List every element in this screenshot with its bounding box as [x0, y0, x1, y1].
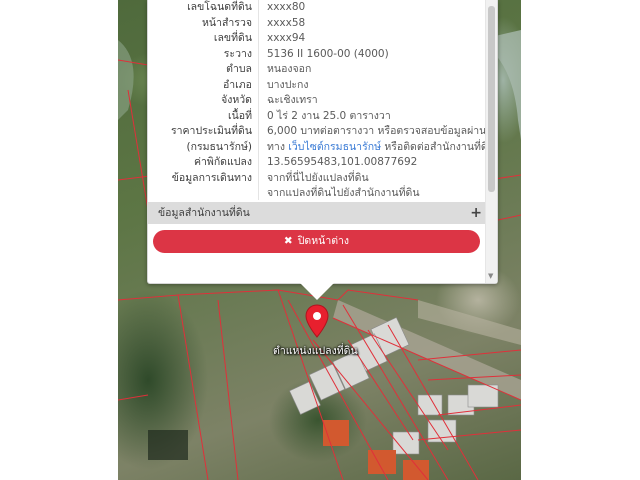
info-value: 5136 II 1600-00 (4000) — [267, 47, 389, 60]
info-row-land-number: เลขที่ดิน xxxx94 — [148, 31, 486, 47]
info-value: ฉะเชิงเทรา — [267, 94, 318, 106]
info-key: เลขที่ดิน — [213, 32, 252, 44]
info-row-directions: ข้อมูลการเดินทาง จากที่นี่ไปยังแปลงที่ดิ… — [148, 171, 486, 187]
info-value: บางปะกง — [267, 78, 309, 91]
section-title: ข้อมูลสำนักงานที่ดิน — [158, 207, 250, 219]
info-value: 6,000 บาทต่อตารางวา หรือตรวจสอบข้อมูลผ่า… — [267, 125, 487, 137]
info-key: จังหวัด — [221, 94, 252, 106]
info-row-district: อำเภอ บางปะกง — [148, 78, 486, 94]
info-row-appraised-price: ราคาประเมินที่ดิน 6,000 บาทต่อตารางวา หร… — [148, 124, 486, 140]
info-value: xxxx58 — [267, 16, 306, 29]
treasury-website-link[interactable]: เว็บไซต์กรมธนารักษ์ — [288, 141, 381, 153]
close-icon: ✖ — [283, 235, 293, 247]
info-key: เลขโฉนดที่ดิน — [187, 1, 252, 13]
info-row-map-sheet: ระวาง 5136 II 1600-00 (4000) — [148, 47, 486, 63]
info-value-suffix: หรือติดต่อสำนักงานที่ดิน — [381, 140, 495, 153]
popup-pointer — [300, 283, 334, 300]
info-value-prefix: ทาง — [267, 140, 289, 153]
parcel-location-label: ตำแหน่งแปลงที่ดิน — [273, 345, 358, 357]
directions-to-office-link[interactable]: จากแปลงที่ดินไปยังสำนักงานที่ดิน — [267, 186, 420, 202]
land-office-section-header[interactable]: ข้อมูลสำนักงานที่ดิน + — [148, 202, 486, 224]
info-row-coordinates: ค่าพิกัดแปลง 13.56595483,101.00877692 — [148, 155, 486, 171]
info-key: อำเภอ — [222, 78, 252, 91]
land-info-popup: เลขโฉนดที่ดิน xxxx80 หน้าสำรวจ xxxx58 เล… — [147, 0, 498, 284]
info-row-area: เนื้อที่ 0 ไร่ 2 งาน 25.0 ตารางวา — [148, 109, 486, 125]
close-button-label: ปิดหน้าต่าง — [297, 235, 350, 247]
directions-to-parcel-link[interactable]: จากที่นี่ไปยังแปลงที่ดิน — [267, 171, 369, 187]
info-key: ระวาง — [223, 47, 252, 60]
scroll-thumb[interactable] — [488, 6, 495, 192]
info-key: ค่าพิกัดแปลง — [193, 156, 252, 168]
info-row-subdistrict: ตำบล หนองจอก — [148, 62, 486, 78]
info-row-province: จังหวัด ฉะเชิงเทรา — [148, 93, 486, 109]
info-value: ทาง เว็บไซต์กรมธนารักษ์ หรือติดต่อสำนักง… — [267, 140, 495, 156]
info-key: ราคาประเมินที่ดิน — [170, 125, 252, 137]
info-value: หนองจอก — [267, 63, 312, 75]
close-window-button[interactable]: ✖ ปิดหน้าต่าง — [153, 230, 480, 253]
land-info-table: เลขโฉนดที่ดิน xxxx80 หน้าสำรวจ xxxx58 เล… — [148, 0, 495, 202]
info-key: หน้าสำรวจ — [202, 16, 252, 29]
info-row-survey-page: หน้าสำรวจ xxxx58 — [148, 16, 486, 32]
info-value: xxxx94 — [267, 32, 306, 44]
info-value: 0 ไร่ 2 งาน 25.0 ตารางวา — [267, 109, 391, 122]
info-row-directions-office: จากแปลงที่ดินไปยังสำนักงานที่ดิน — [148, 186, 486, 202]
scroll-down-arrow-icon[interactable]: ▼ — [488, 272, 493, 280]
info-key: ข้อมูลการเดินทาง — [171, 171, 252, 184]
info-row-treasury-dept: (กรมธนารักษ์) ทาง เว็บไซต์กรมธนารักษ์ หร… — [148, 140, 494, 156]
info-key: ตำบล — [226, 63, 252, 75]
plus-icon[interactable]: + — [470, 202, 482, 224]
info-row-title-deed: เลขโฉนดที่ดิน xxxx80 — [148, 0, 486, 16]
coordinates-link[interactable]: 13.56595483,101.00877692 — [267, 155, 417, 171]
info-key: เนื้อที่ — [228, 109, 252, 122]
info-key: (กรมธนารักษ์) — [186, 140, 252, 153]
map-pin-icon[interactable] — [305, 304, 329, 338]
info-value: xxxx80 — [267, 1, 306, 13]
popup-scrollbar[interactable]: ▼ — [485, 0, 497, 283]
